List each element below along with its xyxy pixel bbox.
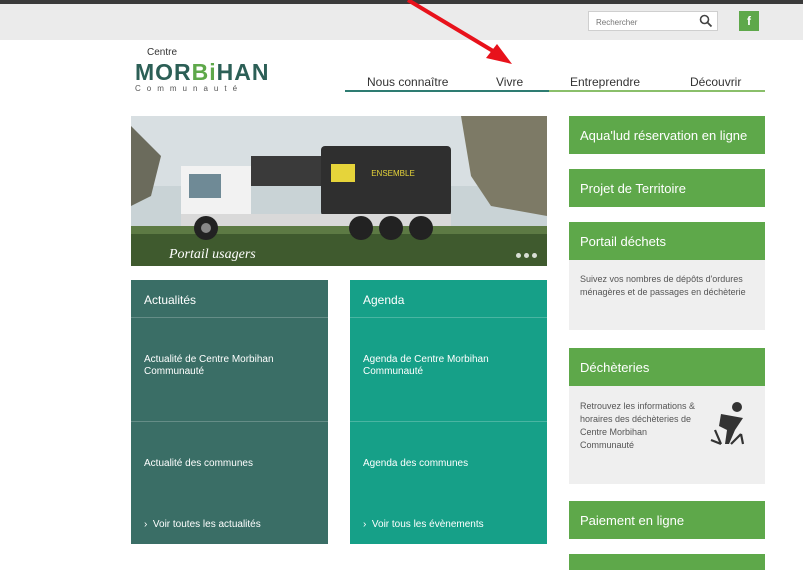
nav-item-nous-connaitre[interactable]: Nous connaître — [367, 75, 448, 89]
nav-underline-green — [549, 90, 765, 92]
nav-item-vivre[interactable]: Vivre — [496, 75, 523, 89]
agenda-more-link[interactable]: › Voir tous les évènements — [350, 502, 547, 544]
agenda-title[interactable]: Agenda — [350, 280, 547, 318]
nav-underline-teal — [345, 90, 549, 92]
news-title[interactable]: Actualités — [131, 280, 328, 318]
chevron-right-icon: › — [144, 519, 153, 530]
news-tile: Actualités Actualité de Centre Morbihan … — [131, 280, 328, 544]
portail-dechets-button[interactable]: Portail déchets — [569, 222, 765, 260]
logo-line-3: Communauté — [135, 84, 244, 93]
decheteries-panel[interactable]: Retrouvez les informations & horaires de… — [569, 386, 765, 484]
nav-item-decouvrir[interactable]: Découvrir — [690, 75, 741, 89]
projet-territoire-button[interactable]: Projet de Territoire — [569, 169, 765, 207]
slider-dots[interactable] — [516, 253, 537, 258]
news-item-communes[interactable]: Actualité des communes — [131, 422, 328, 502]
decheteries-text: Retrouvez les informations & horaires de… — [580, 401, 696, 450]
logo-line-2: MORBiHAN — [135, 59, 270, 85]
agenda-tile: Agenda Agenda de Centre Morbihan Communa… — [350, 280, 547, 544]
aqualud-button[interactable]: Aqua'lud réservation en ligne — [569, 116, 765, 154]
portail-dechets-text: Suivez vos nombres de dépôts d'ordures m… — [580, 274, 746, 297]
main-nav: Nous connaître Vivre Entreprendre Découv… — [345, 70, 765, 92]
truck-photo: ENSEMBLE — [131, 116, 547, 266]
site-logo[interactable]: Centre MORBiHAN Communauté — [131, 44, 271, 96]
agenda-item-community[interactable]: Agenda de Centre Morbihan Communauté — [350, 318, 547, 422]
nav-item-entreprendre[interactable]: Entreprendre — [570, 75, 640, 89]
logo-line-1: Centre — [147, 47, 178, 58]
next-sidebar-button[interactable] — [569, 554, 765, 570]
paiement-button[interactable]: Paiement en ligne — [569, 501, 765, 539]
news-item-community[interactable]: Actualité de Centre Morbihan Communauté — [131, 318, 328, 422]
chevron-right-icon: › — [363, 519, 372, 530]
search-input[interactable] — [594, 13, 698, 32]
search-icon[interactable] — [699, 14, 713, 28]
facebook-icon[interactable]: f — [739, 11, 759, 31]
search-box[interactable] — [588, 11, 718, 32]
hero-slider[interactable]: ENSEMBLE Portail usagers — [131, 116, 547, 266]
portail-dechets-panel[interactable]: Suivez vos nombres de dépôts d'ordures m… — [569, 260, 765, 330]
truck-text: ENSEMBLE — [371, 169, 415, 178]
hero-caption[interactable]: Portail usagers — [169, 247, 256, 263]
decheteries-button[interactable]: Déchèteries — [569, 348, 765, 386]
agenda-item-communes[interactable]: Agenda des communes — [350, 422, 547, 502]
recycle-person-icon — [710, 402, 745, 446]
top-bar: f — [0, 0, 803, 40]
news-more-link[interactable]: › Voir toutes les actualités — [131, 502, 328, 544]
